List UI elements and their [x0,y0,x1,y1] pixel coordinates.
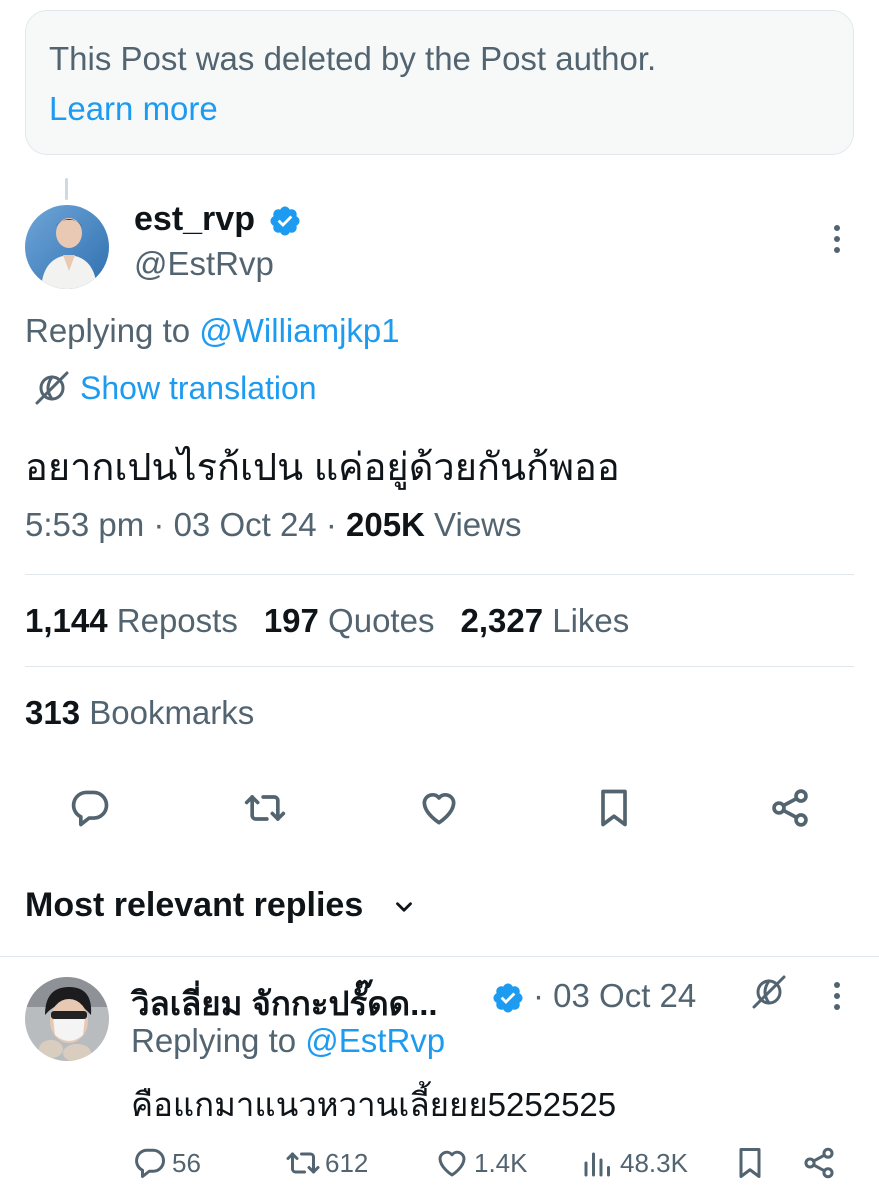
replying-to-mention[interactable]: @EstRvp [305,1022,445,1059]
divider [25,574,854,575]
post-meta: 5:53 pm · 03 Oct 24 · 205K Views [25,506,522,544]
divider [0,956,879,957]
reply-replying-to-line: Replying to @EstRvp [131,1022,445,1060]
author-avatar[interactable] [25,205,109,289]
reply-views-count: 48.3K [620,1147,688,1178]
views-label: Views [424,506,522,543]
likes-stat[interactable]: 2,327 Likes [460,602,629,639]
bookmark-icon [739,1148,761,1178]
translate-icon[interactable] [750,973,788,1011]
post-time[interactable]: 5:53 pm [25,506,144,543]
reply-repost-button[interactable]: 612 [285,1143,368,1183]
reply-share-button[interactable] [801,1143,837,1183]
replies-sort-dropdown[interactable]: Most relevant replies [25,886,363,925]
thread-connector-line [65,178,68,200]
deleted-post-notice [25,10,854,155]
reply-icon[interactable] [68,786,112,830]
quotes-count: 197 [263,602,319,639]
chevron-down-icon[interactable] [391,894,417,920]
engagement-stats: 1,144 Reposts 197 Quotes 2,327 Likes [25,602,629,640]
post-text: อยากเปนไรก้เปน แค่อยู่ด้วยกันก้พออ [25,447,620,489]
author-display-name[interactable]: est_rvp [134,200,255,239]
reposts-stat[interactable]: 1,144 Reposts [25,602,238,639]
repost-icon [286,1152,320,1174]
more-vertical-icon[interactable] [826,981,848,1011]
post-date[interactable]: 03 Oct 24 [174,506,317,543]
reply-author-avatar[interactable] [25,977,109,1061]
reply-replies-count: 56 [172,1147,201,1178]
learn-more-link[interactable]: Learn more [49,90,218,128]
reply-icon [135,1148,165,1178]
show-translation-link[interactable]: Show translation [80,370,317,407]
share-icon [804,1147,834,1179]
views-icon [584,1152,610,1177]
quotes-stat[interactable]: 197 Quotes [264,602,435,639]
verified-badge-icon [491,981,525,1015]
translate-icon[interactable] [33,369,71,407]
deleted-notice-text: This Post was deleted by the Post author… [49,40,657,77]
reply-date[interactable]: · 03 Oct 24 [533,977,696,1015]
reply-bookmark-button[interactable] [732,1143,768,1183]
bookmarks-count: 313 [25,694,81,731]
quotes-label: Quotes [318,602,435,639]
repost-icon[interactable] [243,786,287,830]
likes-label: Likes [543,602,630,639]
bookmarks-label: Bookmarks [80,694,255,731]
replying-prefix: Replying to [25,312,200,349]
more-vertical-icon[interactable] [826,224,848,254]
heart-icon[interactable] [417,786,461,830]
reply-reply-button[interactable]: 56 [132,1143,201,1183]
share-icon[interactable] [768,786,812,830]
reply-views-button[interactable]: 48.3K [580,1143,688,1183]
replying-prefix: Replying to [131,1022,306,1059]
heart-icon [438,1150,466,1177]
bookmarks-stat[interactable]: 313 Bookmarks [25,694,254,732]
meta-separator: · [316,506,346,543]
likes-count: 2,327 [460,602,544,639]
reply-text: คือแกมาแนวหวานเลี้ยยย5252525 [131,1086,617,1123]
reply-reposts-count: 612 [325,1147,369,1178]
divider [25,666,854,667]
reposts-label: Reposts [107,602,238,639]
reply-like-button[interactable]: 1.4K [434,1143,528,1183]
replying-to-mention[interactable]: @Williamjkp1 [199,312,399,349]
views-count: 205K [346,506,425,543]
author-handle[interactable]: @EstRvp [134,245,274,283]
replying-to-line: Replying to @Williamjkp1 [25,312,400,350]
reply-likes-count: 1.4K [474,1147,528,1178]
reposts-count: 1,144 [25,602,108,639]
meta-separator: · [144,506,174,543]
bookmark-icon[interactable] [592,786,636,830]
verified-badge-icon [268,204,302,238]
